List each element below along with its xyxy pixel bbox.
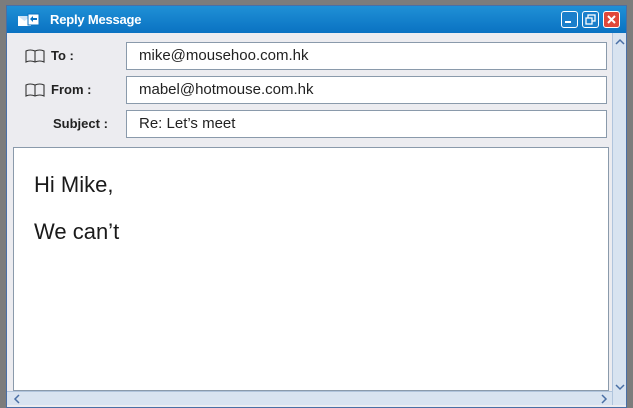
scroll-right-button[interactable]: [597, 392, 610, 405]
mail-reply-icon: [18, 13, 40, 26]
to-label-group[interactable]: To :: [25, 48, 74, 63]
scroll-left-button[interactable]: [10, 392, 23, 405]
vertical-scrollbar[interactable]: [612, 33, 626, 405]
message-body[interactable]: Hi Mike, We can’t: [13, 147, 609, 391]
close-icon: [607, 15, 616, 24]
chevron-right-icon: [600, 393, 607, 404]
subject-field[interactable]: Re: Let’s meet: [126, 110, 607, 138]
from-row: From : mabel@hotmouse.com.hk: [7, 76, 612, 104]
from-label: From :: [51, 82, 92, 97]
to-row: To : mike@mousehoo.com.hk: [7, 42, 612, 70]
maximize-button[interactable]: [582, 11, 599, 28]
minimize-icon: [565, 21, 571, 23]
reply-message-window: Reply Message To : mike@mousehoo.com.hk …: [6, 5, 627, 408]
title-bar[interactable]: Reply Message: [7, 6, 626, 33]
chevron-left-icon: [13, 393, 20, 404]
subject-label: Subject :: [53, 116, 108, 131]
minimize-button[interactable]: [561, 11, 578, 28]
scroll-down-button[interactable]: [613, 380, 626, 393]
from-label-group[interactable]: From :: [25, 82, 91, 97]
to-field[interactable]: mike@mousehoo.com.hk: [126, 42, 607, 70]
message-line: We can’t: [34, 219, 120, 244]
from-field[interactable]: mabel@hotmouse.com.hk: [126, 76, 607, 104]
close-button[interactable]: [603, 11, 620, 28]
address-book-icon: [25, 82, 45, 97]
message-line: Hi Mike,: [34, 172, 114, 197]
maximize-icon: [585, 14, 596, 25]
address-book-icon: [25, 48, 45, 63]
chevron-down-icon: [614, 383, 625, 390]
scroll-up-button[interactable]: [613, 35, 626, 48]
message-headers: To : mike@mousehoo.com.hk From : mabel@h…: [7, 33, 612, 147]
subject-row: Subject : Re: Let’s meet: [7, 110, 612, 138]
to-label: To :: [51, 48, 74, 63]
horizontal-scrollbar[interactable]: [7, 391, 612, 405]
chevron-up-icon: [614, 38, 625, 45]
window-title: Reply Message: [50, 12, 142, 27]
